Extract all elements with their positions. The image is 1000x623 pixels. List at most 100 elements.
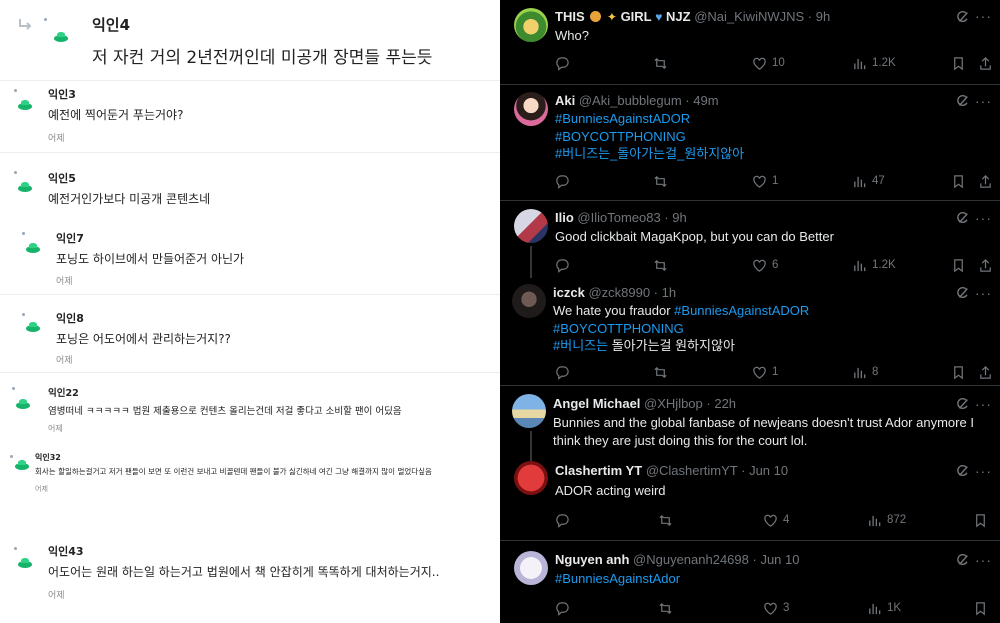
tweet-handle[interactable]: @XHjlbop — [644, 396, 703, 411]
like-action[interactable]: 10 — [752, 54, 785, 72]
tweet-handle[interactable]: @IlioTomeo83 — [577, 210, 660, 225]
more-icon[interactable]: ··· — [975, 210, 992, 226]
tweet[interactable]: Aki @Aki_bubblegum · 49m #BunniesAgainst… — [500, 85, 1000, 200]
comment-author[interactable]: 익인8 — [56, 310, 84, 326]
grok-icon[interactable] — [956, 286, 970, 300]
avatar[interactable] — [512, 284, 546, 318]
bookmark-action[interactable] — [951, 172, 966, 190]
comment-author[interactable]: 익인5 — [48, 170, 76, 186]
views-action[interactable]: 1.2K — [852, 256, 896, 274]
tweet-author-name[interactable]: Aki — [555, 93, 575, 108]
comment-author[interactable]: 익인22 — [48, 385, 79, 399]
tweet[interactable]: Clashertim YT @ClashertimYT · Jun 10 ADO… — [500, 456, 1000, 540]
tweet-author-name[interactable]: Nguyen anh — [555, 552, 629, 567]
tweet[interactable]: iczck @zck8990 · 1h We hate you fraudor … — [500, 279, 1000, 385]
more-icon[interactable]: ··· — [975, 552, 992, 568]
tweet-author-name[interactable]: Ilio — [555, 210, 574, 225]
avatar[interactable] — [514, 551, 548, 585]
tweet-author-name[interactable]: Angel Michael — [553, 396, 640, 411]
hashtag-link[interactable]: #BOYCOTTPHONING — [555, 129, 686, 144]
retweet-action[interactable] — [653, 172, 673, 190]
hashtag-link[interactable]: #BunniesAgainstAdor — [555, 571, 680, 586]
like-action[interactable]: 1 — [752, 172, 778, 190]
tweet-author-name-suffix[interactable]: GIRL — [621, 9, 652, 24]
grok-icon[interactable] — [956, 397, 970, 411]
tweet-time[interactable]: Jun 10 — [760, 552, 799, 567]
reply-action[interactable] — [555, 256, 575, 274]
retweet-action[interactable] — [658, 511, 678, 529]
retweet-action[interactable] — [653, 54, 673, 72]
more-icon[interactable]: ··· — [975, 396, 992, 412]
more-icon[interactable]: ··· — [975, 93, 992, 109]
grok-icon[interactable] — [956, 211, 970, 225]
tweet-time[interactable]: 22h — [714, 396, 736, 411]
tweet-author-name[interactable]: iczck — [553, 285, 585, 300]
reply-action[interactable] — [555, 363, 575, 381]
tweet-handle[interactable]: @Nguyenanh24698 — [633, 552, 749, 567]
avatar[interactable] — [514, 461, 548, 495]
more-icon[interactable]: ··· — [975, 463, 992, 479]
tweet-handle[interactable]: @Nai_KiwiNWJNS — [694, 9, 804, 24]
like-action[interactable]: 4 — [763, 511, 789, 529]
tweet-time[interactable]: 9h — [816, 9, 830, 24]
reply-action[interactable] — [555, 172, 575, 190]
share-action[interactable] — [978, 172, 993, 190]
comment-author[interactable]: 익인43 — [48, 543, 84, 559]
share-action[interactable] — [978, 363, 993, 381]
views-action[interactable]: 47 — [852, 172, 885, 190]
share-action[interactable] — [978, 256, 993, 274]
tweet-author-name-suffix2[interactable]: NJZ — [666, 9, 691, 24]
bookmark-action[interactable] — [951, 256, 966, 274]
views-action[interactable]: 872 — [867, 511, 906, 529]
reply-action[interactable] — [555, 54, 575, 72]
tweet[interactable]: Ilio @IlioTomeo83 · 9h Good clickbait Ma… — [500, 201, 1000, 279]
share-action[interactable] — [978, 54, 993, 72]
reply-action[interactable] — [555, 599, 575, 617]
grok-icon[interactable] — [956, 10, 970, 24]
tweet-time[interactable]: 1h — [662, 285, 676, 300]
hashtag-link[interactable]: #BOYCOTTPHONING — [553, 321, 684, 336]
views-action[interactable]: 1.2K — [852, 54, 896, 72]
avatar[interactable] — [514, 92, 548, 126]
tweet[interactable]: THIS ✦ GIRL ♥ NJZ @Nai_KiwiNWJNS · 9h Wh… — [500, 0, 1000, 84]
hashtag-link[interactable]: #BunniesAgainstADOR — [674, 303, 809, 318]
retweet-action[interactable] — [658, 599, 678, 617]
tweet-time[interactable]: 9h — [672, 210, 686, 225]
tweet-author-name[interactable]: Clashertim YT — [555, 463, 642, 478]
bookmark-action[interactable] — [973, 599, 988, 617]
avatar[interactable] — [512, 394, 546, 428]
grok-icon[interactable] — [956, 464, 970, 478]
bookmark-action[interactable] — [951, 363, 966, 381]
like-action[interactable]: 1 — [752, 363, 778, 381]
tweet-time[interactable]: Jun 10 — [749, 463, 788, 478]
comment-author[interactable]: 익인7 — [56, 230, 84, 246]
tweet-author-name[interactable]: THIS — [555, 9, 585, 24]
views-action[interactable]: 1K — [867, 599, 901, 617]
comment-author[interactable]: 익인4 — [92, 14, 130, 35]
more-icon[interactable]: ··· — [975, 8, 992, 24]
views-action[interactable]: 8 — [852, 363, 878, 381]
tweet-handle[interactable]: @zck8990 — [588, 285, 650, 300]
grok-icon[interactable] — [956, 553, 970, 567]
avatar[interactable] — [514, 8, 548, 42]
tweet[interactable]: Nguyen anh @Nguyenanh24698 · Jun 10 #Bun… — [500, 541, 1000, 623]
grok-icon[interactable] — [956, 94, 970, 108]
hashtag-link[interactable]: #버니즈는 — [553, 338, 608, 353]
hashtag-link[interactable]: #BunniesAgainstADOR — [555, 111, 690, 126]
avatar[interactable] — [514, 209, 548, 243]
retweet-action[interactable] — [653, 363, 673, 381]
like-action[interactable]: 3 — [763, 599, 789, 617]
comment-author[interactable]: 익인3 — [48, 86, 76, 102]
bookmark-action[interactable] — [973, 511, 988, 529]
tweet-handle[interactable]: @Aki_bubblegum — [579, 93, 682, 108]
retweet-action[interactable] — [653, 256, 673, 274]
hashtag-link[interactable]: #버니즈는_돌아가는걸_원하지않아 — [555, 146, 744, 161]
comment-author[interactable]: 익인32 — [35, 452, 61, 463]
more-icon[interactable]: ··· — [975, 285, 992, 301]
like-action[interactable]: 6 — [752, 256, 778, 274]
tweet[interactable]: Angel Michael @XHjlbop · 22h Bunnies and… — [500, 386, 1000, 461]
reply-action[interactable] — [555, 511, 575, 529]
tweet-time[interactable]: 49m — [693, 93, 718, 108]
bookmark-action[interactable] — [951, 54, 966, 72]
tweet-handle[interactable]: @ClashertimYT — [646, 463, 738, 478]
